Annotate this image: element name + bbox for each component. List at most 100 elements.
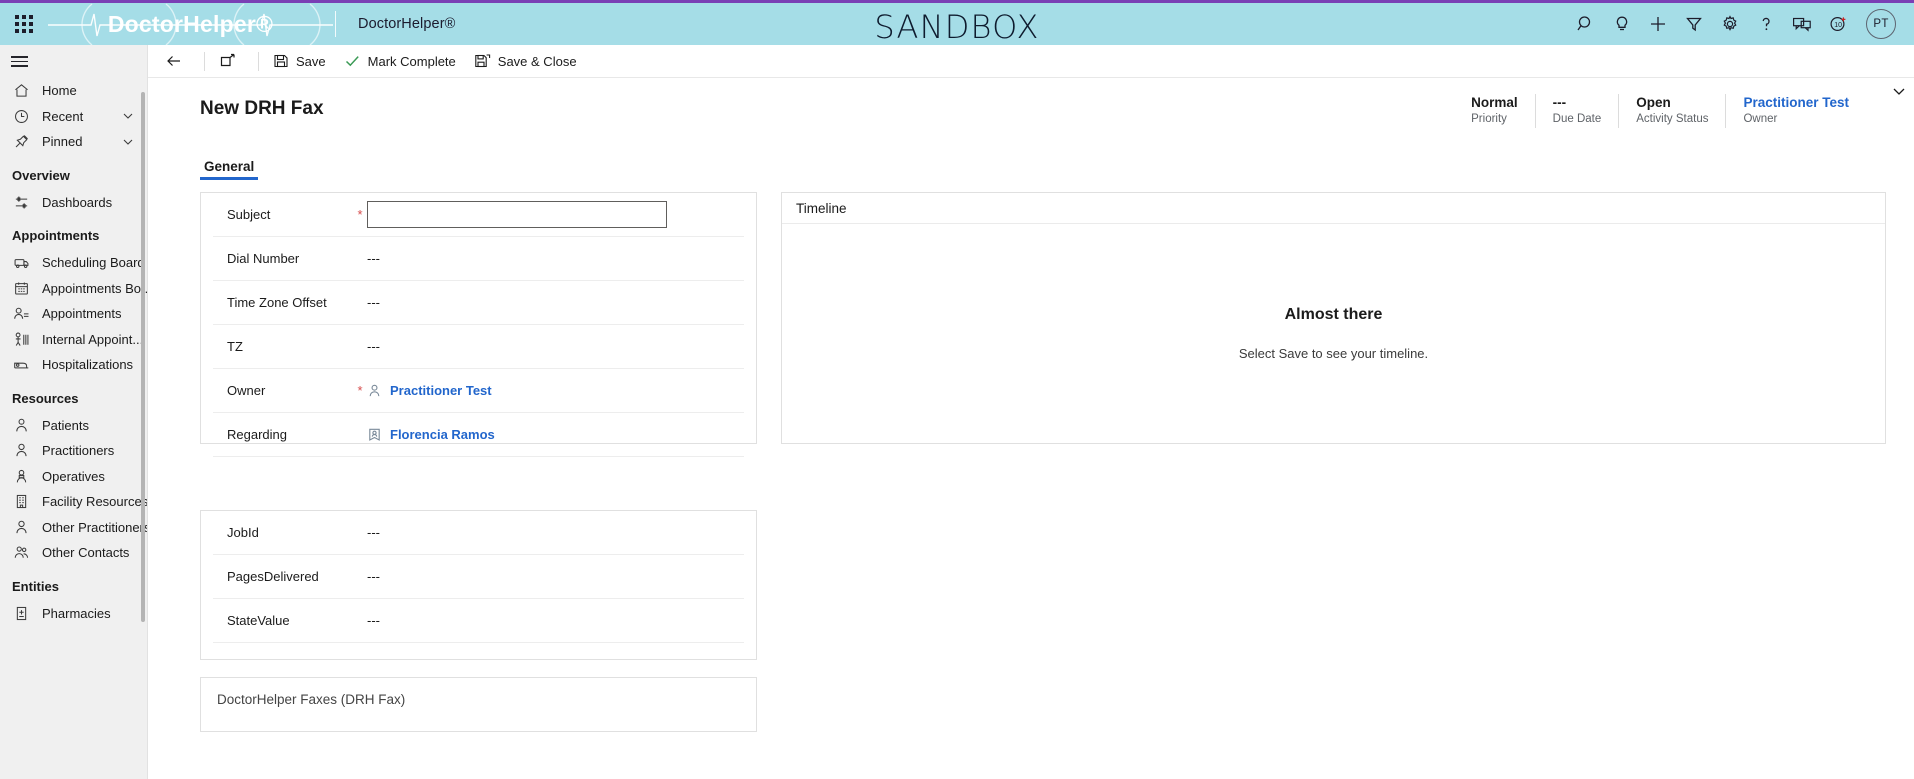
sidebar-item-facility-resources[interactable]: Facility Resources <box>0 489 147 515</box>
regarding-lookup-link[interactable]: Florencia Ramos <box>367 427 495 442</box>
practitioner-icon <box>12 441 31 460</box>
chevron-down-icon[interactable] <box>1890 82 1908 100</box>
required-indicator: * <box>357 383 363 398</box>
app-name-label[interactable]: DoctorHelper® <box>358 16 455 32</box>
field-value-tz: --- <box>367 339 744 354</box>
sidebar-item-operatives[interactable]: Operatives <box>0 464 147 490</box>
assistant-icon[interactable]: 10 <box>1820 3 1856 45</box>
sidebar-navigation: Home Recent Pinned Overview Dashboards Appoin… <box>0 45 148 779</box>
sidebar-group-resources: Resources <box>12 390 79 406</box>
save-close-label: Save & Close <box>497 53 577 69</box>
field-value-regarding: Florencia Ramos <box>367 427 744 442</box>
sidebar-item-appointments-bo[interactable]: Appointments Bo... <box>0 276 147 302</box>
header-stat-value: Normal <box>1471 95 1518 110</box>
sidebar-group-entities: Entities <box>12 578 59 594</box>
save-button[interactable]: Save <box>264 46 335 77</box>
timeline-empty-title: Almost there <box>1284 306 1383 323</box>
field-row-statevalue: StateValue --- <box>213 599 744 643</box>
timeline-empty-state: Almost there Select Save to see your tim… <box>782 224 1885 443</box>
field-text-value[interactable]: --- <box>367 295 380 310</box>
field-label-subject: Subject <box>227 207 271 222</box>
header-stat-label: Owner <box>1743 113 1778 126</box>
field-row-dial-number: Dial Number --- <box>213 237 744 281</box>
sidebar-item-label: Internal Appoint... <box>42 331 144 347</box>
contact-card-icon <box>367 427 382 442</box>
sidebar-item-other-contacts[interactable]: Other Contacts <box>0 540 147 566</box>
header-stat-owner: Practitioner Test Owner <box>1725 94 1866 128</box>
chevron-down-icon[interactable] <box>121 135 135 149</box>
dashboard-icon <box>12 193 31 212</box>
header-stat-activity-status: Open Activity Status <box>1618 94 1725 128</box>
user-icon <box>367 383 382 398</box>
page-title: New DRH Fax <box>200 98 324 119</box>
header-stat-value[interactable]: Practitioner Test <box>1743 94 1849 112</box>
lookup-label: Florencia Ramos <box>390 427 495 442</box>
sidebar-item-pinned[interactable]: Pinned <box>0 129 147 155</box>
field-label-pagesdelivered: PagesDelivered <box>227 569 319 584</box>
top-navigation-bar: DoctorHelper® DoctorHelper® SANDBOX 10 P… <box>0 0 1914 47</box>
top-bar-actions: 10 PT <box>1568 3 1914 45</box>
sidebar-item-appointments[interactable]: Appointments <box>0 301 147 327</box>
clock-icon <box>12 107 31 126</box>
sidebar-item-pharmacies[interactable]: Pharmacies <box>0 601 147 627</box>
settings-gear-icon[interactable] <box>1712 3 1748 45</box>
save-button-label: Save <box>296 53 326 69</box>
lightbulb-icon[interactable] <box>1604 3 1640 45</box>
contacts-icon <box>12 543 31 562</box>
subject-input[interactable] <box>367 201 667 228</box>
app-launcher-waffle-icon[interactable] <box>0 3 48 45</box>
sidebar-item-internal-appoint[interactable]: Internal Appoint... <box>0 327 147 353</box>
filter-icon[interactable] <box>1676 3 1712 45</box>
sidebar-group-appointments: Appointments <box>12 228 100 243</box>
field-text-value[interactable]: --- <box>367 339 380 354</box>
field-value-dial-number: --- <box>367 251 744 266</box>
building-icon <box>12 492 31 511</box>
pharmacy-icon <box>12 604 31 623</box>
command-separator-2 <box>258 51 259 71</box>
logo-divider <box>335 11 336 37</box>
save-disk-icon <box>273 53 289 69</box>
calendar-icon <box>12 279 31 298</box>
sidebar-item-recent[interactable]: Recent <box>0 104 147 130</box>
search-icon[interactable] <box>1568 3 1604 45</box>
bed-icon <box>12 355 31 374</box>
quick-create-icon[interactable] <box>1640 3 1676 45</box>
internal-appointment-icon <box>12 330 31 349</box>
help-icon[interactable] <box>1748 3 1784 45</box>
back-button[interactable] <box>156 46 199 77</box>
field-text-value[interactable]: --- <box>367 613 380 628</box>
avatar[interactable]: PT <box>1866 9 1896 39</box>
feedback-icon[interactable] <box>1784 3 1820 45</box>
field-row-pagesdelivered: PagesDelivered --- <box>213 555 744 599</box>
sidebar-item-home[interactable]: Home <box>0 78 147 104</box>
sidebar-item-dashboards[interactable]: Dashboards <box>0 190 147 216</box>
doctorhelper-logo[interactable]: DoctorHelper® <box>48 2 333 47</box>
sidebar-item-label: Other Contacts <box>42 545 130 561</box>
sidebar-group-overview: Overview <box>12 167 70 183</box>
field-text-value[interactable]: --- <box>367 569 380 584</box>
owner-lookup-link[interactable]: Practitioner Test <box>367 383 492 398</box>
practitioner-icon <box>12 518 31 537</box>
tab-general[interactable]: General <box>200 159 259 180</box>
sidebar-item-scheduling-board[interactable]: Scheduling Board <box>0 250 147 276</box>
field-text-value[interactable]: --- <box>367 525 380 540</box>
back-arrow-icon <box>165 53 183 69</box>
field-text-value[interactable]: --- <box>367 251 380 266</box>
chevron-down-icon[interactable] <box>121 109 135 123</box>
header-stat-value: Open <box>1636 95 1671 110</box>
sidebar-item-practitioners[interactable]: Practitioners <box>0 438 147 464</box>
sidebar-item-hospitalizations[interactable]: Hospitalizations <box>0 352 147 378</box>
header-stat-due-date: --- Due Date <box>1534 94 1619 128</box>
save-and-close-button[interactable]: Save & Close <box>465 46 586 77</box>
open-new-window-button[interactable] <box>210 46 253 77</box>
sidebar-item-patients[interactable]: Patients <box>0 413 147 439</box>
sidebar-scrollbar[interactable] <box>141 92 145 622</box>
hamburger-menu-icon[interactable] <box>0 45 147 78</box>
field-row-owner: Owner * Practitioner Test <box>213 369 744 413</box>
main-field-section: Subject * Dial Number --- Time Zone Offset --… <box>200 192 757 457</box>
field-label-dial-number: Dial Number <box>227 251 300 266</box>
sidebar-item-other-practitioners[interactable]: Other Practitioners <box>0 515 147 541</box>
related-entity-title: DoctorHelper Faxes (DRH Fax) <box>217 692 406 707</box>
mark-complete-button[interactable]: Mark Complete <box>335 46 465 77</box>
sidebar-item-label: Operatives <box>42 468 105 484</box>
